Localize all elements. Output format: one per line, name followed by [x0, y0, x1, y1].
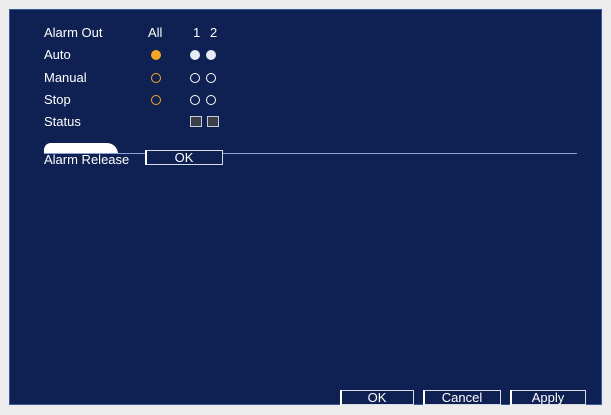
stop-all-radio[interactable] [151, 95, 161, 105]
alarm-release-label: Alarm Release [44, 152, 130, 167]
channel-2-label: 2 [210, 25, 218, 40]
auto-all-radio[interactable] [151, 50, 161, 60]
alarm-release-ok-button[interactable]: OK [145, 150, 223, 165]
manual-channel-2-radio[interactable] [206, 73, 216, 83]
channel-2-status-indicator [207, 116, 219, 127]
cancel-button[interactable]: Cancel [423, 390, 501, 405]
stop-channel-2-radio[interactable] [206, 95, 216, 105]
manual-all-radio[interactable] [151, 73, 161, 83]
manual-label: Manual [44, 70, 87, 85]
stop-channel-1-radio[interactable] [190, 95, 200, 105]
manual-channel-1-radio[interactable] [190, 73, 200, 83]
auto-channel-2-radio[interactable] [206, 50, 216, 60]
status-label: Status [44, 114, 81, 129]
alarm-out-label: Alarm Out [44, 25, 103, 40]
alarm-out-panel: Alarm Out All 1 2 Auto Manual Stop Statu… [9, 9, 602, 405]
ok-button[interactable]: OK [340, 390, 414, 405]
apply-button[interactable]: Apply [510, 390, 586, 405]
auto-channel-1-radio[interactable] [190, 50, 200, 60]
channel-1-label: 1 [193, 25, 201, 40]
stop-label: Stop [44, 92, 71, 107]
auto-label: Auto [44, 47, 71, 62]
all-column-label: All [148, 25, 163, 40]
channel-1-status-indicator [190, 116, 202, 127]
